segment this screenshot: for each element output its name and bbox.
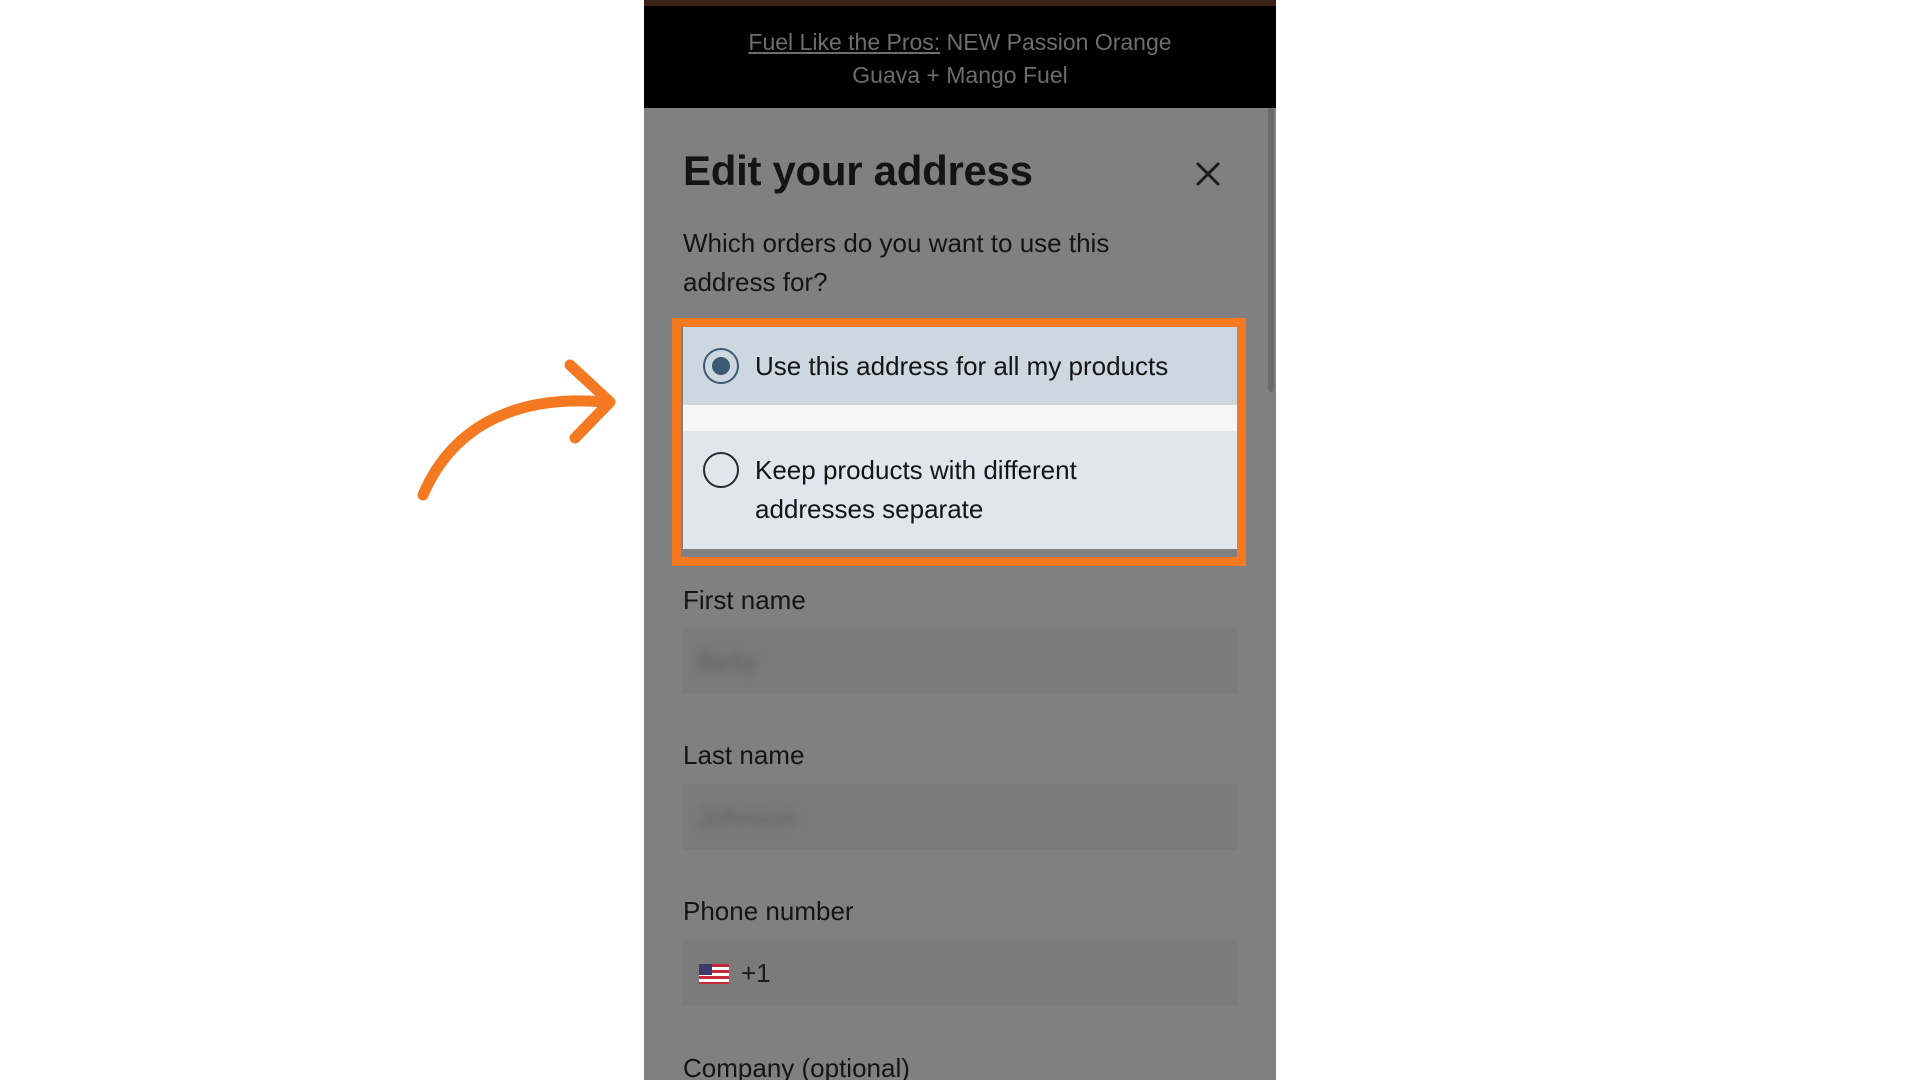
company-label: Company (optional) bbox=[683, 1053, 910, 1080]
first-name-field[interactable]: Betty bbox=[683, 628, 1237, 694]
promo-banner: Fuel Like the Pros: NEW Passion Orange G… bbox=[644, 6, 1276, 108]
last-name-label: Last name bbox=[683, 740, 805, 770]
address-question: Which orders do you want to use this add… bbox=[683, 228, 1110, 297]
phone-number-field[interactable]: +1 bbox=[683, 940, 1237, 1006]
phone-prefix: +1 bbox=[741, 958, 771, 988]
promo-text-line2: Guava + Mango Fuel bbox=[852, 62, 1068, 88]
promo-link[interactable]: Fuel Like the Pros: bbox=[748, 29, 940, 55]
first-name-value: Betty bbox=[697, 646, 757, 676]
scrollbar[interactable] bbox=[1268, 108, 1274, 392]
first-name-label: First name bbox=[683, 585, 806, 615]
close-icon[interactable] bbox=[1190, 156, 1226, 192]
curved-arrow-icon bbox=[417, 359, 616, 501]
promo-text-line1: NEW Passion Orange bbox=[946, 29, 1172, 55]
us-flag-icon[interactable] bbox=[699, 963, 729, 984]
highlight-box bbox=[672, 318, 1246, 566]
phone-number-label: Phone number bbox=[683, 896, 854, 926]
last-name-value: Johnson bbox=[697, 802, 796, 832]
last-name-field[interactable]: Johnson bbox=[683, 784, 1237, 850]
modal-title: Edit your address bbox=[683, 147, 1033, 194]
